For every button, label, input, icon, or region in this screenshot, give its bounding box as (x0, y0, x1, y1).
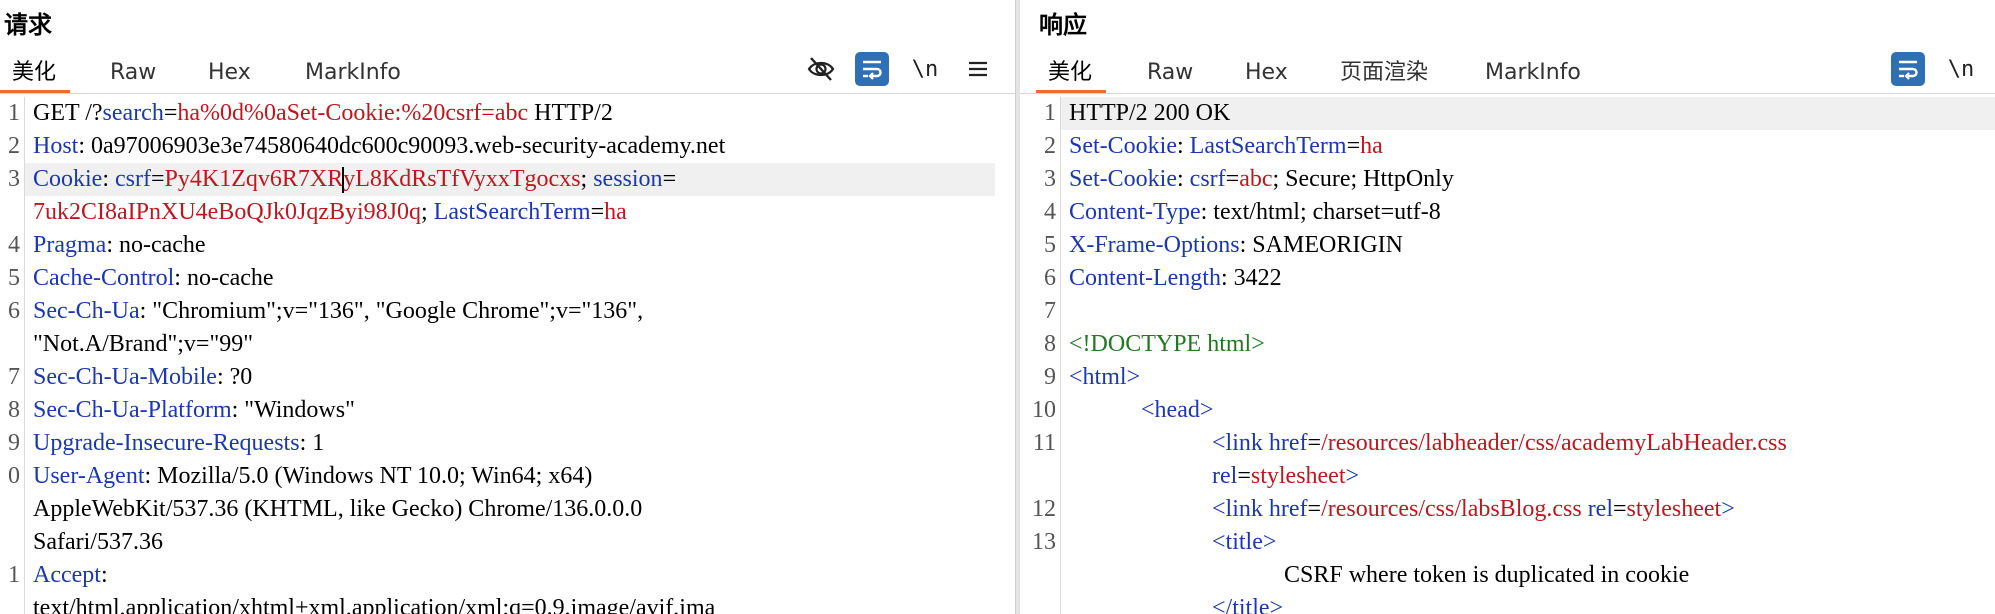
response-title: 响应 (1039, 11, 1087, 39)
header-user-agent-cont: Safari/537.36 (33, 529, 163, 555)
html-open-tag: <html> (1069, 364, 1141, 390)
header-cookie: Cookie: csrf=Py4K1Zqv6R7XRyL8KdRsTfVyxxT… (25, 163, 995, 196)
response-line-numbers: 1 2 3 4 5 6 7 8 9 10 11 12 13 (1020, 97, 1061, 614)
head-open-tag: <head> (1141, 397, 1214, 423)
status-line: HTTP/2 200 OK (1061, 97, 1995, 130)
line-number: 2 (8, 133, 20, 159)
line-number: 1 (8, 100, 20, 126)
line-number: 11 (1032, 430, 1056, 456)
hide-eye-icon[interactable] (804, 52, 838, 86)
line-number: 8 (8, 397, 20, 423)
header-x-frame-options: X-Frame-Options: SAMEORIGIN (1069, 232, 1403, 258)
line-number: 4 (1044, 199, 1056, 225)
menu-icon[interactable] (963, 52, 993, 86)
header-cookie-cont: 7uk2CI8aIPnXU4eBoQJk0JqzByi98J0q; LastSe… (33, 199, 627, 225)
line-number: 7 (8, 364, 20, 390)
header-set-cookie: Set-Cookie: csrf=abc; Secure; HttpOnly (1069, 166, 1454, 192)
header-host: Host: 0a97006903e3e74580640dc600c90093.w… (33, 133, 726, 159)
request-tab-hex[interactable]: Hex (208, 55, 251, 91)
line-number: 6 (1044, 265, 1056, 291)
line-number: 9 (1044, 364, 1056, 390)
response-code[interactable]: HTTP/2 200 OK Set-Cookie: LastSearchTerm… (1061, 97, 1995, 614)
response-tab-raw[interactable]: Raw (1147, 55, 1193, 91)
header-sec-ch-ua-platform: Sec-Ch-Ua-Platform: "Windows" (33, 397, 355, 423)
line-number: 0 (8, 463, 20, 489)
request-editor[interactable]: 1 2 3 4 5 6 7 8 9 0 1 GET /?search=ha%0d… (0, 97, 1015, 614)
line-number: 3 (1044, 166, 1056, 192)
line-number: 1 (8, 562, 20, 588)
doctype-line: <!DOCTYPE html> (1069, 331, 1265, 357)
request-pane: 请求 美化 Raw Hex MarkInfo \n 1 2 3 4 5 6 7 … (0, 0, 1015, 614)
link-tag: <link href=/resources/css/labsBlog.css r… (1212, 496, 1735, 522)
request-title: 请求 (4, 11, 52, 39)
newline-toggle[interactable]: \n (910, 52, 940, 86)
request-code[interactable]: GET /?search=ha%0d%0aSet-Cookie:%20csrf=… (25, 97, 1015, 614)
request-line-numbers: 1 2 3 4 5 6 7 8 9 0 1 (0, 97, 25, 614)
request-tab-raw[interactable]: Raw (110, 55, 156, 91)
request-line: GET /?search=ha%0d%0aSet-Cookie:%20csrf=… (33, 100, 613, 126)
response-pane: 响应 美化 Raw Hex 页面渲染 MarkInfo \n 1 2 3 4 5… (1020, 0, 1995, 614)
header-sec-ch-ua: Sec-Ch-Ua: "Chromium";v="136", "Google C… (33, 298, 644, 324)
response-editor[interactable]: 1 2 3 4 5 6 7 8 9 10 11 12 13 HTTP/2 200… (1020, 97, 1995, 614)
header-set-cookie: Set-Cookie: LastSearchTerm=ha (1069, 133, 1383, 159)
header-cache-control: Cache-Control: no-cache (33, 265, 274, 291)
line-number: 13 (1032, 529, 1056, 555)
wrap-lines-icon[interactable] (855, 52, 889, 86)
header-content-type: Content-Type: text/html; charset=utf-8 (1069, 199, 1441, 225)
response-tab-render[interactable]: 页面渲染 (1340, 55, 1428, 91)
response-tab-markinfo[interactable]: MarkInfo (1485, 55, 1581, 91)
line-number: 6 (8, 298, 20, 324)
newline-toggle[interactable]: \n (1946, 52, 1976, 86)
line-number: 10 (1032, 397, 1056, 423)
header-upgrade-insecure: Upgrade-Insecure-Requests: 1 (33, 430, 325, 456)
title-close-tag: </title> (1212, 595, 1284, 614)
response-tab-hex[interactable]: Hex (1245, 55, 1288, 91)
line-number: 8 (1044, 331, 1056, 357)
header-user-agent: User-Agent: Mozilla/5.0 (Windows NT 10.0… (33, 463, 593, 489)
line-number: 5 (8, 265, 20, 291)
line-number: 9 (8, 430, 20, 456)
link-tag-cont: rel=stylesheet> (1212, 463, 1360, 489)
response-tabs: 美化 Raw Hex 页面渲染 MarkInfo (1020, 55, 1995, 94)
header-pragma: Pragma: no-cache (33, 232, 206, 258)
response-tab-pretty[interactable]: 美化 (1035, 55, 1107, 93)
header-accept: Accept: (33, 562, 108, 588)
header-accept-cont: text/html,application/xhtml+xml,applicat… (33, 595, 716, 614)
request-tab-pretty[interactable]: 美化 (0, 55, 71, 93)
wrap-lines-icon[interactable] (1891, 52, 1925, 86)
line-number: 5 (1044, 232, 1056, 258)
request-tab-markinfo[interactable]: MarkInfo (305, 55, 401, 91)
header-sec-ch-ua-mobile: Sec-Ch-Ua-Mobile: ?0 (33, 364, 253, 390)
line-number: 2 (1044, 133, 1056, 159)
line-number: 7 (1044, 298, 1056, 324)
line-number: 4 (8, 232, 20, 258)
header-sec-ch-ua-cont: "Not.A/Brand";v="99" (33, 331, 254, 357)
title-text: CSRF where token is duplicated in cookie (1284, 562, 1690, 588)
header-user-agent-cont: AppleWebKit/537.36 (KHTML, like Gecko) C… (33, 496, 643, 522)
title-open-tag: <title> (1212, 529, 1277, 555)
line-number: 12 (1032, 496, 1056, 522)
link-tag: <link href=/resources/labheader/css/acad… (1212, 430, 1787, 456)
line-number: 3 (8, 166, 20, 192)
header-content-length: Content-Length: 3422 (1069, 265, 1282, 291)
line-number: 1 (1044, 100, 1056, 126)
